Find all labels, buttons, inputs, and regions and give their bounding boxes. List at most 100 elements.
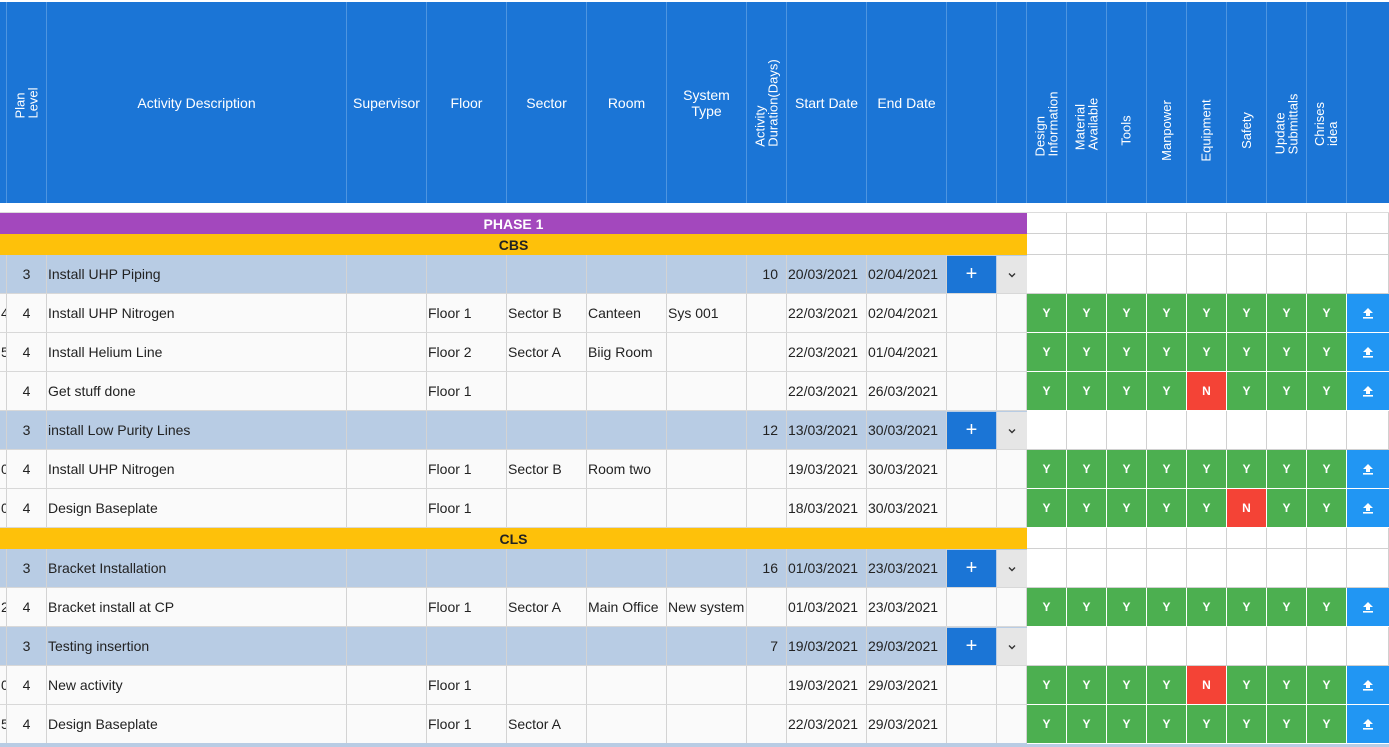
cell-end[interactable]: 29/03/2021 (867, 666, 947, 704)
flag-tools[interactable]: Y (1107, 666, 1147, 705)
add-activity-button[interactable]: + (947, 412, 996, 449)
cell-end[interactable]: 26/03/2021 (867, 372, 947, 410)
cell-floor[interactable]: Floor 1 (427, 588, 507, 626)
cell-sector[interactable]: Sector A (507, 333, 587, 371)
flag-tools[interactable]: Y (1107, 333, 1147, 372)
child-activity-row[interactable]: 04Design Baseplate Floor 1 18/03/202130/03… (0, 489, 1027, 528)
cell-start[interactable]: 19/03/2021 (787, 450, 867, 488)
cell-sector[interactable]: Sector B (507, 294, 587, 332)
cell-end[interactable]: 23/03/2021 (867, 549, 947, 587)
cell-start[interactable]: 19/03/2021 (787, 666, 867, 704)
flag-design-information[interactable]: Y (1027, 333, 1067, 372)
upload-button[interactable] (1347, 705, 1389, 744)
header-flag-material-available[interactable]: Material Available (1067, 2, 1107, 203)
cell-desc[interactable]: Bracket Installation (47, 549, 347, 587)
flag-safety[interactable]: Y (1227, 294, 1267, 333)
cell-sector[interactable] (507, 411, 587, 449)
flag-tools[interactable]: Y (1107, 372, 1147, 411)
cell-sector[interactable]: Sector B (507, 450, 587, 488)
cell-room[interactable] (587, 255, 667, 293)
cell-end[interactable]: 30/03/2021 (867, 489, 947, 527)
flag-safety[interactable]: Y (1227, 705, 1267, 744)
cell-duration[interactable]: 10 (747, 255, 787, 293)
cell-room[interactable] (587, 705, 667, 743)
cell-level[interactable]: 3 (7, 411, 47, 449)
cell-supervisor[interactable] (347, 705, 427, 743)
flag-update-submittals[interactable]: Y (1267, 705, 1307, 744)
cell-floor[interactable] (427, 549, 507, 587)
flag-design-information[interactable]: Y (1027, 372, 1067, 411)
flag-design-information[interactable]: Y (1027, 705, 1067, 744)
cell-level[interactable]: 4 (7, 489, 47, 527)
cell-desc[interactable]: Bracket install at CP (47, 588, 347, 626)
cell-desc[interactable]: Install UHP Nitrogen (47, 450, 347, 488)
cell-desc[interactable]: Testing insertion (47, 627, 347, 665)
cell-system[interactable] (667, 705, 747, 743)
header-supervisor[interactable]: Supervisor (347, 2, 427, 203)
child-activity-row[interactable]: 44Install UHP NitrogenFloor 1Sector BCan… (0, 294, 1027, 333)
child-activity-row[interactable]: 4 Get stuff done Floor 1 22/03/2021 26/03/20… (0, 372, 1027, 411)
flag-chrises-idea[interactable]: Y (1307, 489, 1347, 528)
flag-manpower[interactable]: Y (1147, 372, 1187, 411)
flag-safety[interactable]: N (1227, 489, 1267, 528)
header-flag-manpower[interactable]: Manpower (1147, 2, 1187, 203)
cell-desc[interactable]: Install Helium Line (47, 333, 347, 371)
cell-start[interactable]: 22/03/2021 (787, 333, 867, 371)
header-start-date[interactable]: Start Date (787, 2, 867, 203)
flag-chrises-idea[interactable]: Y (1307, 294, 1347, 333)
cell-duration[interactable] (747, 489, 787, 527)
cell-end[interactable]: 02/04/2021 (867, 255, 947, 293)
flag-manpower[interactable]: Y (1147, 666, 1187, 705)
upload-button[interactable] (1347, 588, 1389, 627)
cell-room[interactable] (587, 372, 667, 410)
header-flag-chrises-idea[interactable]: Chrises idea (1307, 2, 1347, 203)
cell-level[interactable]: 4 (7, 588, 47, 626)
header-end-date[interactable]: End Date (867, 2, 947, 203)
cell-duration[interactable] (747, 588, 787, 626)
header-flag-update-submittals[interactable]: Update Submittals (1267, 2, 1307, 203)
cell-floor[interactable] (427, 627, 507, 665)
cell-system[interactable]: Sys 001 (667, 294, 747, 332)
cell-floor[interactable]: Floor 1 (427, 450, 507, 488)
flag-manpower[interactable]: Y (1147, 588, 1187, 627)
expand-row-button[interactable] (997, 550, 1027, 587)
flag-design-information[interactable]: Y (1027, 294, 1067, 333)
parent-activity-row[interactable]: 3 install Low Purity Lines 12 13/03/2021 30/… (0, 411, 1027, 450)
flag-equipment[interactable]: Y (1187, 705, 1227, 744)
child-activity-row[interactable]: 04New activity Floor 1 19/03/202129/03/202… (0, 666, 1027, 705)
cell-start[interactable]: 20/03/2021 (787, 255, 867, 293)
cell-floor[interactable]: Floor 2 (427, 333, 507, 371)
flag-chrises-idea[interactable]: Y (1307, 372, 1347, 411)
header-duration[interactable]: Activity Duration(Days) (747, 2, 787, 203)
flag-design-information[interactable]: Y (1027, 489, 1067, 528)
cell-duration[interactable] (747, 666, 787, 704)
cell-desc[interactable]: New activity (47, 666, 347, 704)
flag-chrises-idea[interactable]: Y (1307, 333, 1347, 372)
header-sector[interactable]: Sector (507, 2, 587, 203)
flag-update-submittals[interactable]: Y (1267, 372, 1307, 411)
header-flag-tools[interactable]: Tools (1107, 2, 1147, 203)
cell-level[interactable]: 3 (7, 627, 47, 665)
cell-id[interactable] (0, 549, 7, 587)
cell-level[interactable]: 4 (7, 333, 47, 371)
flag-design-information[interactable]: Y (1027, 588, 1067, 627)
cell-supervisor[interactable] (347, 255, 427, 293)
header-flag-design-information[interactable]: Design Information (1027, 2, 1067, 203)
flag-equipment[interactable]: Y (1187, 588, 1227, 627)
cell-room[interactable] (587, 411, 667, 449)
cell-level[interactable]: 4 (7, 705, 47, 743)
cell-end[interactable]: 30/03/2021 (867, 411, 947, 449)
parent-activity-row[interactable]: 3 Testing insertion 7 19/03/2021 29/03/2021 + (0, 627, 1027, 666)
add-activity-button[interactable]: + (947, 256, 996, 293)
cell-id[interactable] (0, 627, 7, 665)
flag-equipment[interactable]: Y (1187, 294, 1227, 333)
cell-id[interactable] (0, 372, 7, 410)
header-system-type[interactable]: System Type (667, 2, 747, 203)
cell-sector[interactable] (507, 627, 587, 665)
cell-duration[interactable] (747, 372, 787, 410)
cell-floor[interactable]: Floor 1 (427, 666, 507, 704)
cell-room[interactable] (587, 489, 667, 527)
upload-button[interactable] (1347, 372, 1389, 411)
cell-floor[interactable]: Floor 1 (427, 372, 507, 410)
cell-id[interactable]: 5 (0, 333, 7, 371)
